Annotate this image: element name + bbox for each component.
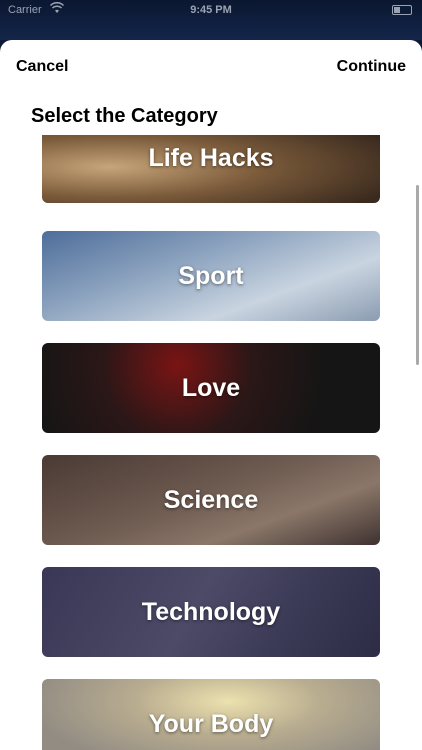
category-label: Your Body <box>148 709 274 738</box>
category-label: Technology <box>141 597 281 626</box>
continue-button[interactable]: Continue <box>337 58 406 76</box>
status-time: 9:45 PM <box>190 4 232 16</box>
section-title: Select the Category <box>31 105 218 127</box>
category-label: Science <box>163 485 259 514</box>
category-label: Love <box>181 373 241 402</box>
cancel-button[interactable]: Cancel <box>16 58 68 76</box>
category-card-science[interactable]: Science <box>42 455 380 545</box>
category-card-sport[interactable]: Sport <box>42 231 380 321</box>
category-card-your-body[interactable]: Your Body <box>42 679 380 750</box>
category-label: Life Hacks <box>148 143 274 172</box>
status-bar: Carrier 9:45 PM <box>0 0 422 40</box>
category-sheet: Cancel Continue Select the Category Life… <box>0 40 422 750</box>
scrollbar[interactable] <box>416 185 419 365</box>
category-label: Sport <box>178 261 244 290</box>
category-card-love[interactable]: Love <box>42 343 380 433</box>
category-card-life-hacks[interactable]: Life Hacks <box>42 135 380 203</box>
category-list[interactable]: Life Hacks Sport Love Science Technology… <box>0 135 422 750</box>
battery-icon <box>392 5 412 15</box>
category-card-technology[interactable]: Technology <box>42 567 380 657</box>
